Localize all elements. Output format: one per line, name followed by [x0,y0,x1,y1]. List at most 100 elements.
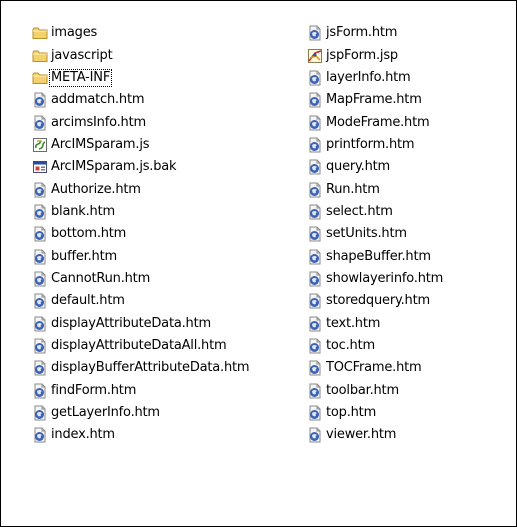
file-column-right: jsForm.htm jspForm.jsp layerInfo.htm MapFra… [307,22,444,447]
file-name-label: layerInfo.htm [326,69,411,85]
file-name-label: MapFrame.htm [326,92,422,108]
file-item[interactable]: TOCFrame.htm [307,357,444,379]
file-name-label: arcimsInfo.htm [51,114,146,130]
file-item[interactable]: top.htm [307,402,444,424]
html-document-icon [307,427,323,443]
file-column-left: images javascript META-INF addmatch.htm arci… [32,22,250,447]
html-document-icon [32,92,48,108]
html-document-icon [307,137,323,153]
file-name-label: displayAttributeDataAll.htm [51,337,227,353]
file-item[interactable]: showlayerinfo.htm [307,268,444,290]
file-item[interactable]: bottom.htm [32,223,250,245]
file-name-label: javascript [51,47,113,63]
file-item[interactable]: addmatch.htm [32,89,250,111]
file-name-label: findForm.htm [51,382,137,398]
file-item[interactable]: setUnits.htm [307,223,444,245]
html-document-icon [307,159,323,175]
html-document-icon [32,226,48,242]
file-item[interactable]: ArcIMSparam.js [32,134,250,156]
file-item[interactable]: toolbar.htm [307,380,444,402]
file-name-label: showlayerinfo.htm [326,270,444,286]
file-item[interactable]: CannotRun.htm [32,268,250,290]
file-name-label: setUnits.htm [326,226,407,242]
file-name-label: toc.htm [326,337,375,353]
file-name-label: displayBufferAttributeData.htm [51,360,250,376]
html-document-icon [32,383,48,399]
file-name-label: blank.htm [51,203,115,219]
file-name-label: Run.htm [326,181,380,197]
html-document-icon [307,182,323,198]
file-name-label: jspForm.jsp [326,47,398,63]
html-document-icon [32,115,48,131]
html-document-icon [32,316,48,332]
file-name-label: index.htm [51,427,115,443]
file-name-label: addmatch.htm [51,92,145,108]
file-name-label: storedquery.htm [326,293,430,309]
file-name-label: images [51,25,98,41]
html-document-icon [32,249,48,265]
file-item[interactable]: META-INF [32,67,250,89]
html-document-icon [32,427,48,443]
file-name-label: printform.htm [326,136,415,152]
file-item[interactable]: Authorize.htm [32,178,250,200]
file-item[interactable]: MapFrame.htm [307,89,444,111]
html-document-icon [307,293,323,309]
file-name-label: META-INF [48,68,113,87]
file-name-label: TOCFrame.htm [326,360,422,376]
file-item[interactable]: viewer.htm [307,424,444,446]
html-document-icon [307,360,323,376]
file-item[interactable]: jsForm.htm [307,22,444,44]
file-item[interactable]: ModeFrame.htm [307,111,444,133]
file-item[interactable]: toc.htm [307,335,444,357]
html-document-icon [307,92,323,108]
html-document-icon [32,293,48,309]
html-document-icon [307,115,323,131]
file-name-label: toolbar.htm [326,382,399,398]
file-name-label: jsForm.htm [326,25,398,41]
html-document-icon [307,25,323,41]
file-name-label: buffer.htm [51,248,117,264]
html-document-icon [32,204,48,220]
file-item[interactable]: layerInfo.htm [307,67,444,89]
file-item[interactable]: displayAttributeData.htm [32,312,250,334]
folder-icon [32,70,48,86]
html-document-icon [307,70,323,86]
file-item[interactable]: displayAttributeDataAll.htm [32,335,250,357]
file-item[interactable]: shapeBuffer.htm [307,245,444,267]
file-item[interactable]: storedquery.htm [307,290,444,312]
file-item[interactable]: buffer.htm [32,245,250,267]
script-file-icon [32,137,48,153]
file-name-label: ArcIMSparam.js.bak [51,159,177,175]
file-name-label: CannotRun.htm [51,270,151,286]
folder-icon [32,48,48,64]
file-item[interactable]: default.htm [32,290,250,312]
file-item[interactable]: displayBufferAttributeData.htm [32,357,250,379]
folder-icon [32,25,48,41]
file-item[interactable]: javascript [32,44,250,66]
file-item[interactable]: Run.htm [307,178,444,200]
file-name-label: select.htm [326,203,393,219]
html-document-icon [307,271,323,287]
html-document-icon [307,316,323,332]
file-item[interactable]: findForm.htm [32,380,250,402]
file-name-label: shapeBuffer.htm [326,248,431,264]
file-item[interactable]: arcimsInfo.htm [32,111,250,133]
file-name-label: displayAttributeData.htm [51,315,211,331]
html-document-icon [307,226,323,242]
file-list-view: images javascript META-INF addmatch.htm arci… [0,0,517,527]
file-item[interactable]: text.htm [307,312,444,334]
file-name-label: top.htm [326,405,377,421]
file-name-label: bottom.htm [51,226,127,242]
file-item[interactable]: query.htm [307,156,444,178]
file-name-label: Authorize.htm [51,181,141,197]
html-document-icon [32,271,48,287]
file-item[interactable]: printform.htm [307,134,444,156]
file-name-label: viewer.htm [326,427,397,443]
file-item[interactable]: images [32,22,250,44]
file-item[interactable]: jspForm.jsp [307,44,444,66]
file-item[interactable]: index.htm [32,424,250,446]
file-item[interactable]: blank.htm [32,201,250,223]
file-item[interactable]: ArcIMSparam.js.bak [32,156,250,178]
file-item[interactable]: select.htm [307,201,444,223]
file-item[interactable]: getLayerInfo.htm [32,402,250,424]
